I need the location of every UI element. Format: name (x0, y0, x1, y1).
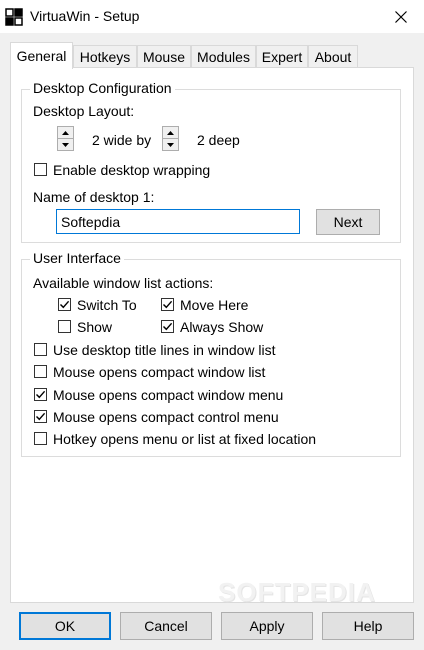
checkmark-icon (60, 300, 70, 309)
enable-wrapping-label[interactable]: Enable desktop wrapping (53, 162, 210, 178)
cancel-button[interactable]: Cancel (120, 612, 212, 640)
hotkey-fixed-location-label[interactable]: Hotkey opens menu or list at fixed locat… (53, 431, 316, 447)
deep-spinner[interactable] (162, 126, 179, 151)
desktop-title-lines-checkbox[interactable] (34, 343, 47, 356)
close-button[interactable] (378, 0, 424, 33)
compact-window-menu-label[interactable]: Mouse opens compact window menu (53, 387, 283, 403)
tab-strip: General Hotkeys Mouse Modules Expert Abo… (10, 42, 414, 69)
tab-about[interactable]: About (308, 45, 358, 67)
deep-up-button[interactable] (163, 127, 178, 139)
checkmark-icon (36, 412, 46, 421)
compact-window-menu-checkbox[interactable] (34, 388, 47, 401)
checkmark-icon (163, 300, 173, 309)
deep-value: 2 deep (197, 132, 240, 148)
switch-to-label[interactable]: Switch To (77, 297, 137, 313)
arrow-down-icon (167, 142, 174, 147)
compact-window-list-checkbox[interactable] (34, 365, 47, 378)
arrow-down-icon (62, 142, 69, 147)
user-interface-title: User Interface (30, 250, 124, 266)
compact-control-menu-checkbox[interactable] (34, 410, 47, 423)
window-title: VirtuaWin - Setup (30, 8, 140, 24)
title-bar: VirtuaWin - Setup (0, 0, 424, 33)
apply-button[interactable]: Apply (221, 612, 313, 640)
softpedia-watermark: SOFTPEDIA (218, 577, 376, 607)
general-tab-panel: Desktop Configuration Desktop Layout: 2 … (10, 67, 414, 603)
desktop-title-lines-label[interactable]: Use desktop title lines in window list (53, 342, 276, 358)
tab-mouse[interactable]: Mouse (137, 45, 191, 67)
checkmark-icon (36, 390, 46, 399)
show-label[interactable]: Show (77, 319, 112, 335)
help-button[interactable]: Help (322, 612, 414, 640)
window-list-actions-label: Available window list actions: (33, 275, 214, 291)
arrow-up-icon (62, 130, 69, 135)
tab-general[interactable]: General (10, 42, 73, 69)
wide-up-button[interactable] (58, 127, 73, 139)
desktop-name-label: Name of desktop 1: (33, 189, 155, 205)
virtuawin-grid-icon (5, 8, 23, 26)
tab-modules[interactable]: Modules (191, 45, 256, 67)
hotkey-fixed-location-checkbox[interactable] (34, 432, 47, 445)
wide-spinner[interactable] (57, 126, 74, 151)
desktop-layout-label: Desktop Layout: (33, 103, 135, 119)
always-show-label[interactable]: Always Show (180, 319, 263, 335)
tab-expert[interactable]: Expert (256, 45, 308, 67)
compact-control-menu-label[interactable]: Mouse opens compact control menu (53, 409, 279, 425)
switch-to-checkbox[interactable] (58, 298, 71, 311)
deep-down-button[interactable] (163, 139, 178, 150)
checkmark-icon (163, 322, 173, 331)
arrow-up-icon (167, 130, 174, 135)
tab-hotkeys[interactable]: Hotkeys (73, 45, 137, 67)
close-icon (395, 10, 407, 23)
show-checkbox[interactable] (58, 320, 71, 333)
wide-down-button[interactable] (58, 139, 73, 150)
desktop-configuration-title: Desktop Configuration (30, 80, 175, 96)
next-button[interactable]: Next (316, 209, 380, 235)
desktop-name-input[interactable] (56, 209, 300, 234)
user-interface-group: User Interface Available window list act… (21, 250, 401, 457)
move-here-label[interactable]: Move Here (180, 297, 248, 313)
move-here-checkbox[interactable] (161, 298, 174, 311)
compact-window-list-label[interactable]: Mouse opens compact window list (53, 364, 265, 380)
ok-button[interactable]: OK (19, 612, 111, 640)
wide-value: 2 wide by (92, 132, 152, 148)
enable-wrapping-checkbox[interactable] (34, 163, 47, 176)
always-show-checkbox[interactable] (161, 320, 174, 333)
desktop-configuration-group: Desktop Configuration Desktop Layout: 2 … (21, 80, 401, 243)
